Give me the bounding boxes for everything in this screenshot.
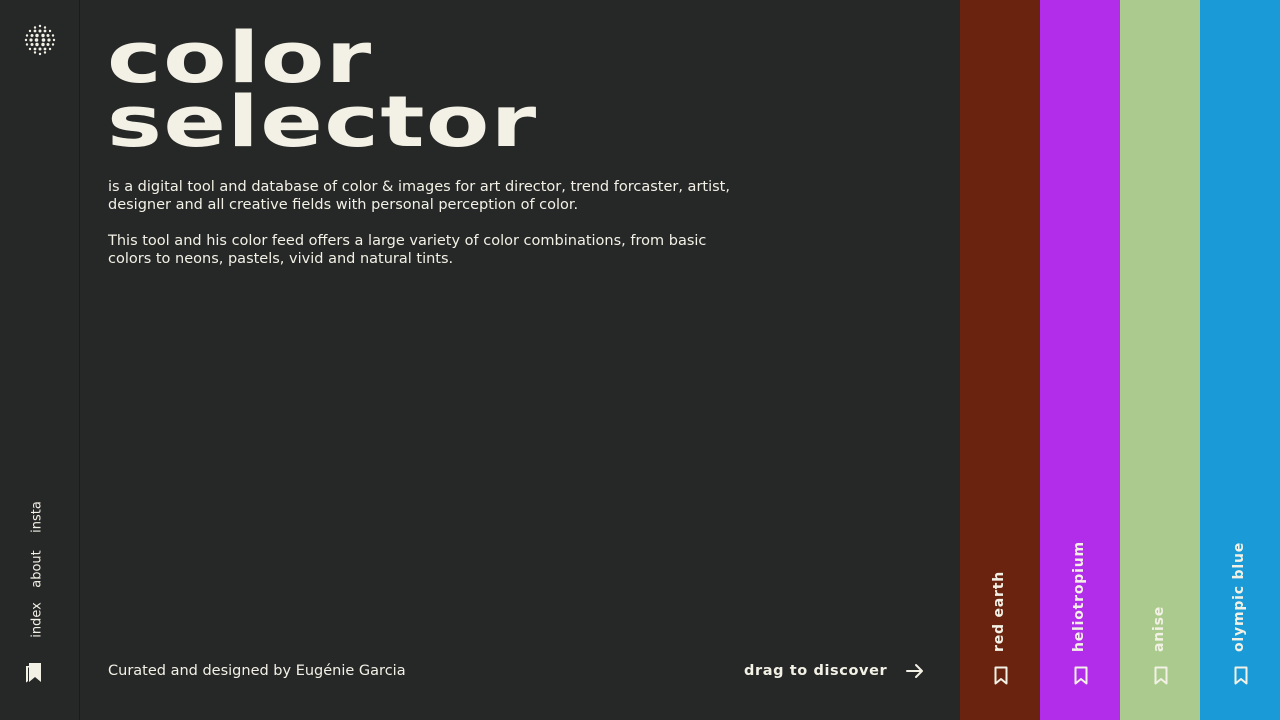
logo-icon[interactable]	[22, 22, 58, 58]
description-paragraph-2: This tool and his color feed offers a la…	[108, 233, 707, 267]
sidebar: insta about index	[0, 0, 80, 720]
swatch-heliotropium[interactable]: heliotropium	[1040, 0, 1120, 720]
main-content: color selector is a digital tool and dat…	[80, 0, 960, 720]
nav-item-about[interactable]: about	[30, 550, 45, 588]
swatch-anise[interactable]: anise	[1120, 0, 1200, 720]
swatch-name: red earth	[991, 570, 1007, 652]
drag-label: drag to discover	[744, 663, 888, 679]
credit-text: Curated and designed by Eugénie Garcia	[108, 663, 406, 679]
swatch-name: olympic blue	[1231, 541, 1247, 652]
arrow-right-icon	[906, 664, 924, 678]
page-title: color selector	[107, 23, 538, 163]
bookmark-icon[interactable]	[1074, 666, 1088, 685]
drag-to-discover-button[interactable]: drag to discover	[744, 661, 925, 681]
swatch-name: heliotropium	[1071, 541, 1087, 652]
swatch-olympic-blue[interactable]: olympic blue	[1200, 0, 1280, 720]
swatch-name: anise	[1151, 605, 1167, 652]
bookmark-icon[interactable]	[1234, 666, 1248, 685]
description-paragraph-1: is a digital tool and database of color …	[108, 179, 730, 213]
nav-item-index[interactable]: index	[30, 602, 45, 638]
bookmarks-icon[interactable]	[24, 661, 44, 683]
description: is a digital tool and database of color …	[108, 178, 748, 286]
title-line-2: selector	[107, 81, 538, 163]
bookmark-icon[interactable]	[994, 666, 1008, 685]
bookmark-icon[interactable]	[1154, 666, 1168, 685]
nav-item-insta[interactable]: insta	[30, 501, 45, 533]
swatch-red-earth[interactable]: red earth	[960, 0, 1040, 720]
